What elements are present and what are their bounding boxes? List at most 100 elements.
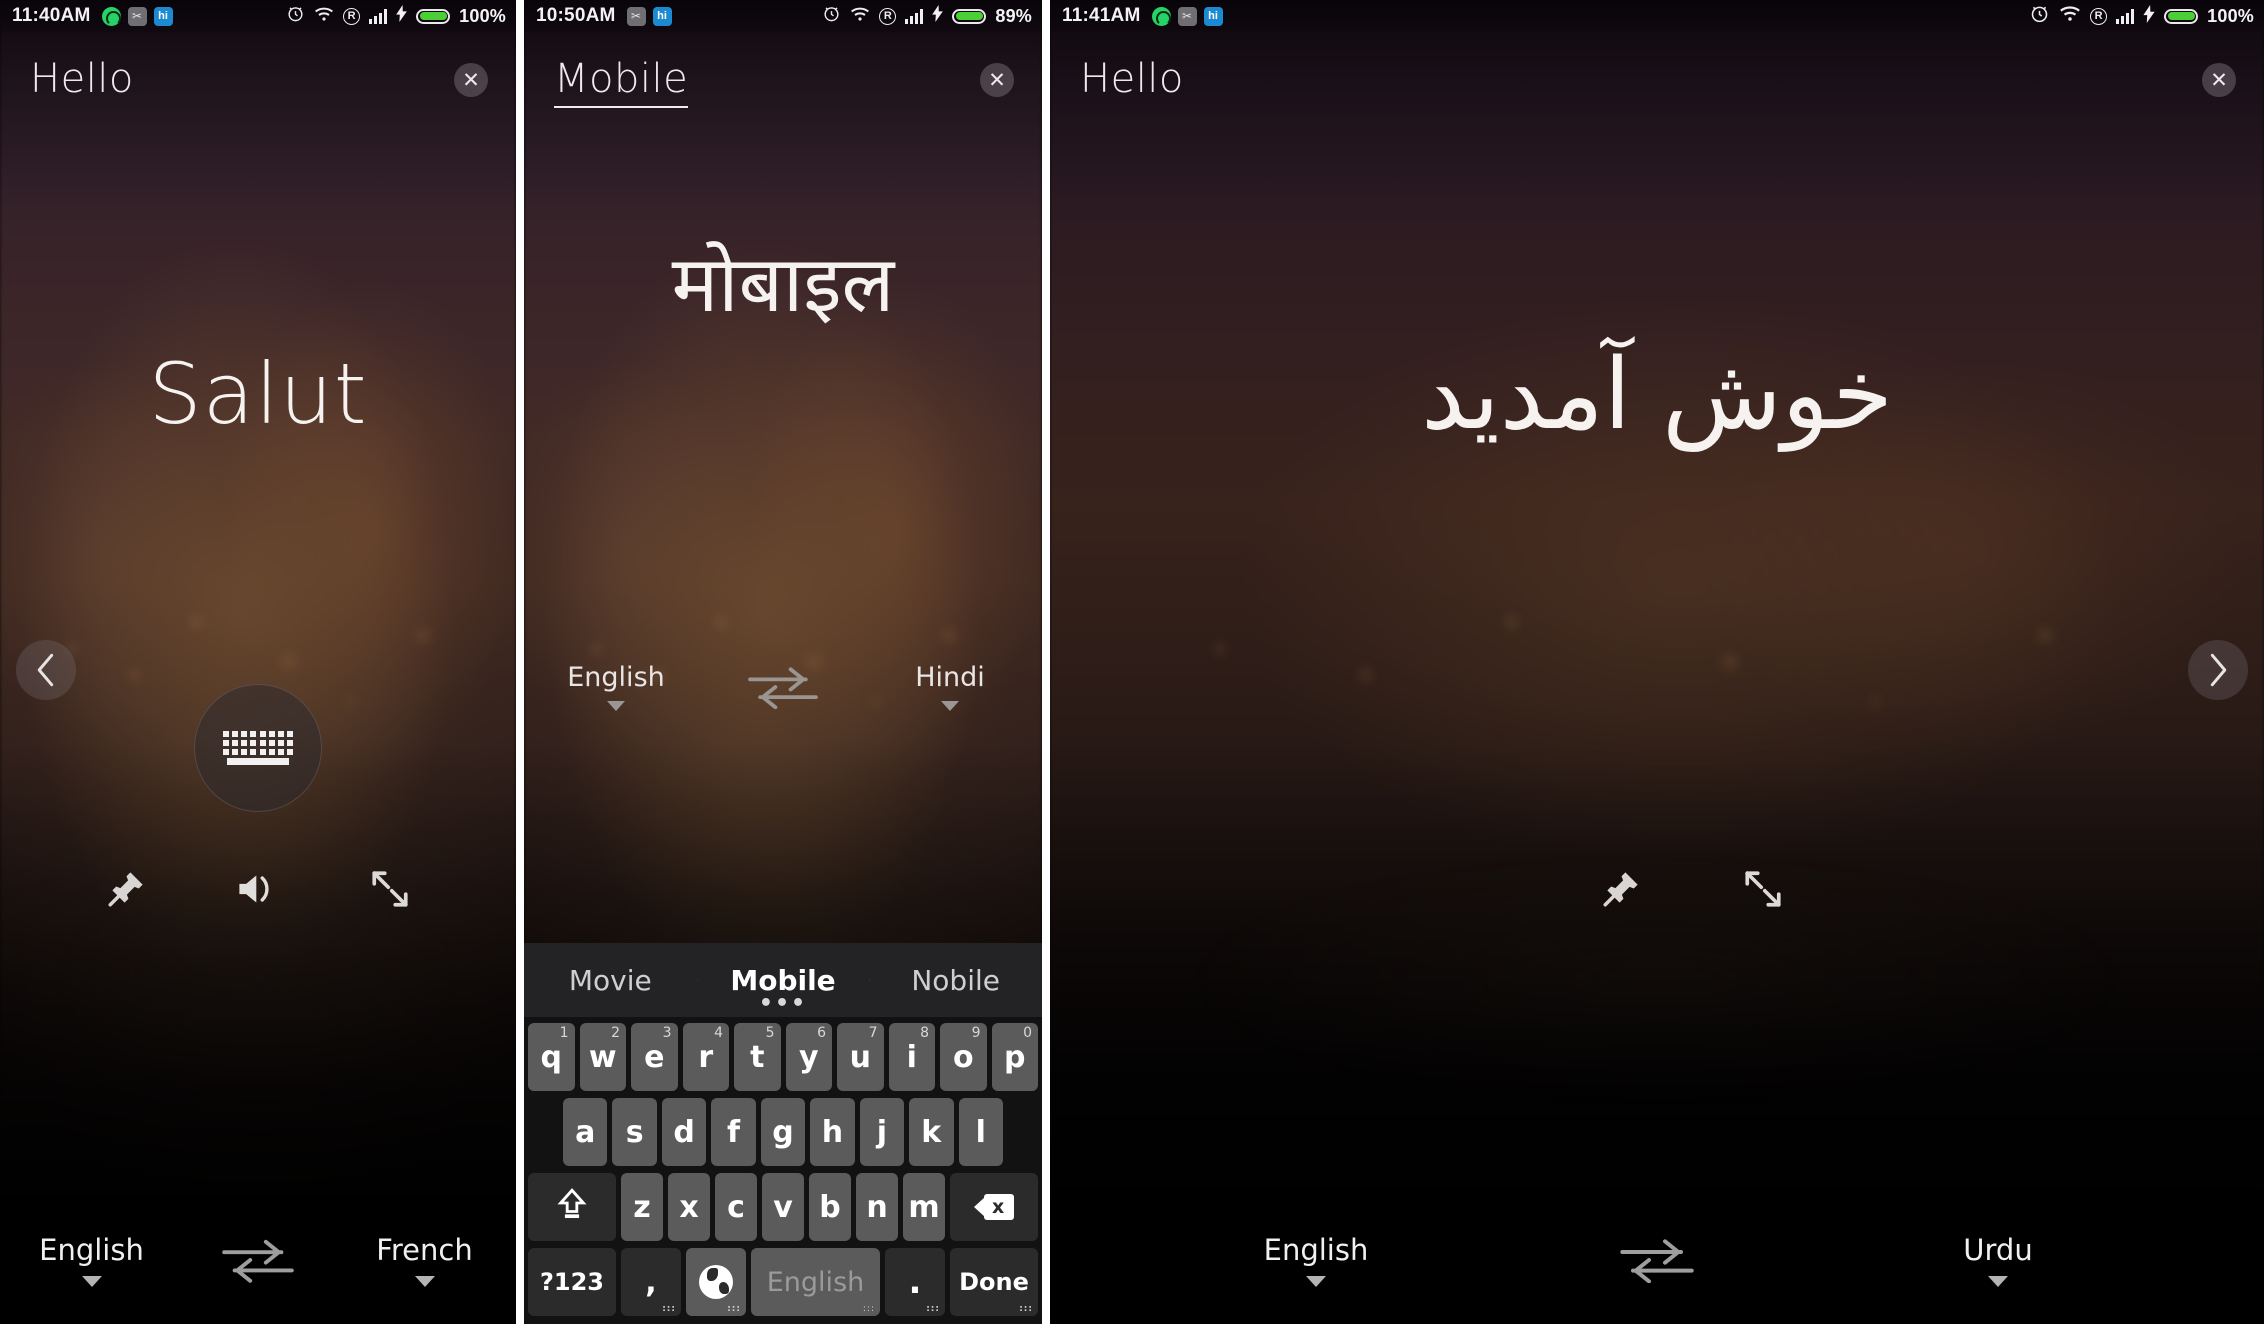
key-c[interactable]: c bbox=[715, 1173, 757, 1241]
battery-icon bbox=[416, 8, 451, 24]
status-bar: 10:50AM 89% bbox=[524, 0, 1042, 32]
key-h[interactable]: h bbox=[810, 1098, 855, 1166]
target-language-selector[interactable]: Hindi bbox=[858, 662, 1042, 711]
key-grid: 1q 2w 3e 4r 5t 6y 7u 8i 9o 0p a s d f g … bbox=[524, 1017, 1042, 1324]
key-d[interactable]: d bbox=[661, 1098, 707, 1166]
close-button[interactable]: ✕ bbox=[980, 63, 1014, 97]
key-label: q bbox=[540, 1039, 562, 1075]
key-i[interactable]: 8i bbox=[888, 1023, 935, 1091]
source-language-selector[interactable]: English bbox=[1050, 1233, 1582, 1287]
swap-languages-button[interactable] bbox=[1582, 1237, 1732, 1283]
panel-urdu: 11:41AM 100% bbox=[1050, 0, 2264, 1324]
target-language-selector[interactable]: French bbox=[333, 1233, 516, 1287]
close-button[interactable]: ✕ bbox=[454, 63, 488, 97]
panel-french: 11:40AM 100% bbox=[0, 0, 516, 1324]
key-m[interactable]: m bbox=[903, 1173, 945, 1241]
speak-button[interactable] bbox=[231, 862, 285, 916]
source-word: Hello bbox=[1080, 56, 1184, 102]
background-vignette bbox=[1050, 0, 2264, 1324]
enter-key[interactable]: Done ::: bbox=[950, 1248, 1038, 1316]
signal-bars-icon bbox=[905, 8, 924, 24]
key-s[interactable]: s bbox=[612, 1098, 657, 1166]
key-more-dots: ::: bbox=[862, 1304, 875, 1314]
key-label: i bbox=[906, 1039, 917, 1075]
key-q[interactable]: 1q bbox=[528, 1023, 575, 1091]
chevron-right-icon bbox=[2205, 653, 2231, 687]
key-b[interactable]: b bbox=[809, 1173, 851, 1241]
suggestion-item[interactable]: Nobile bbox=[869, 964, 1042, 997]
fullscreen-button[interactable] bbox=[1736, 862, 1790, 916]
key-a[interactable]: a bbox=[563, 1098, 608, 1166]
key-v[interactable]: v bbox=[762, 1173, 804, 1241]
pin-button[interactable] bbox=[1594, 862, 1648, 916]
source-language-selector[interactable]: English bbox=[0, 1233, 183, 1287]
open-keyboard-button[interactable] bbox=[194, 684, 322, 812]
chevron-down-icon bbox=[941, 701, 959, 711]
signal-bars-icon bbox=[369, 8, 388, 24]
key-j[interactable]: j bbox=[859, 1098, 905, 1166]
header-bar: Hello ✕ bbox=[0, 48, 516, 128]
status-bar: 11:41AM 100% bbox=[1050, 0, 2264, 32]
header-bar: Mobile ✕ bbox=[524, 48, 1042, 128]
screenshot-collage: 11:40AM 100% bbox=[0, 0, 2264, 1324]
chevron-down-icon bbox=[1988, 1276, 2008, 1287]
key-t[interactable]: 5t bbox=[734, 1023, 781, 1091]
hike-app-icon bbox=[1203, 6, 1223, 26]
source-language-label: English bbox=[1263, 1233, 1369, 1267]
next-translation-button[interactable] bbox=[2188, 640, 2248, 700]
key-l[interactable]: l bbox=[958, 1098, 1003, 1166]
globe-icon bbox=[699, 1265, 733, 1299]
key-label: , bbox=[645, 1264, 657, 1300]
language-switch-key[interactable]: ::: bbox=[686, 1248, 746, 1316]
swap-languages-button[interactable] bbox=[183, 1237, 333, 1283]
shift-key[interactable] bbox=[528, 1173, 616, 1241]
close-button[interactable]: ✕ bbox=[2202, 63, 2236, 97]
key-row-3: z x c v b n m x bbox=[528, 1173, 1038, 1241]
key-f[interactable]: f bbox=[711, 1098, 756, 1166]
key-g[interactable]: g bbox=[760, 1098, 806, 1166]
key-z[interactable]: z bbox=[621, 1173, 663, 1241]
scissors-app-icon bbox=[626, 6, 646, 26]
pin-button[interactable] bbox=[99, 862, 153, 916]
key-k[interactable]: k bbox=[909, 1098, 954, 1166]
period-key[interactable]: . ::: bbox=[885, 1248, 945, 1316]
suggestion-item-selected[interactable]: Mobile ••• bbox=[696, 964, 870, 1014]
panel-divider bbox=[1042, 0, 1050, 1324]
key-w[interactable]: 2w bbox=[579, 1023, 626, 1091]
key-y[interactable]: 6y bbox=[785, 1023, 832, 1091]
previous-translation-button[interactable] bbox=[16, 640, 76, 700]
key-label: e bbox=[644, 1039, 665, 1075]
key-number-hint: 1 bbox=[559, 1025, 569, 1041]
key-x[interactable]: x bbox=[668, 1173, 710, 1241]
suggestion-item[interactable]: Movie bbox=[524, 964, 697, 997]
key-u[interactable]: 7u bbox=[837, 1023, 884, 1091]
key-r[interactable]: 4r bbox=[682, 1023, 729, 1091]
key-p[interactable]: 0p bbox=[991, 1023, 1038, 1091]
pin-icon bbox=[1600, 868, 1642, 910]
space-key[interactable]: English ::: bbox=[751, 1248, 880, 1316]
source-language-selector[interactable]: English bbox=[524, 662, 708, 711]
key-e[interactable]: 3e bbox=[631, 1023, 678, 1091]
target-language-selector[interactable]: Urdu bbox=[1732, 1233, 2264, 1287]
hike-app-icon bbox=[153, 6, 173, 26]
pin-icon bbox=[105, 868, 147, 910]
space-key-label: English bbox=[766, 1266, 865, 1298]
comma-key[interactable]: , ::: bbox=[621, 1248, 681, 1316]
key-number-hint: 3 bbox=[662, 1025, 672, 1041]
key-o[interactable]: 9o bbox=[940, 1023, 987, 1091]
charging-bolt-icon bbox=[2143, 4, 2155, 28]
alarm-icon bbox=[2029, 3, 2050, 29]
fullscreen-button[interactable] bbox=[363, 862, 417, 916]
status-time: 11:40AM bbox=[12, 5, 91, 26]
backspace-key[interactable]: x bbox=[950, 1173, 1038, 1241]
action-row bbox=[1050, 862, 2264, 916]
swap-languages-button[interactable] bbox=[708, 665, 858, 709]
key-number-hint: 5 bbox=[765, 1025, 775, 1041]
key-label: . bbox=[908, 1262, 922, 1302]
wifi-icon bbox=[2059, 5, 2081, 27]
symbols-key[interactable]: ?123 bbox=[528, 1248, 616, 1316]
key-n[interactable]: n bbox=[856, 1173, 898, 1241]
suggestion-more-icon[interactable]: ••• bbox=[759, 992, 807, 1015]
language-bar: English Hindi bbox=[524, 662, 1042, 711]
swap-arrows-icon bbox=[1617, 1237, 1697, 1283]
